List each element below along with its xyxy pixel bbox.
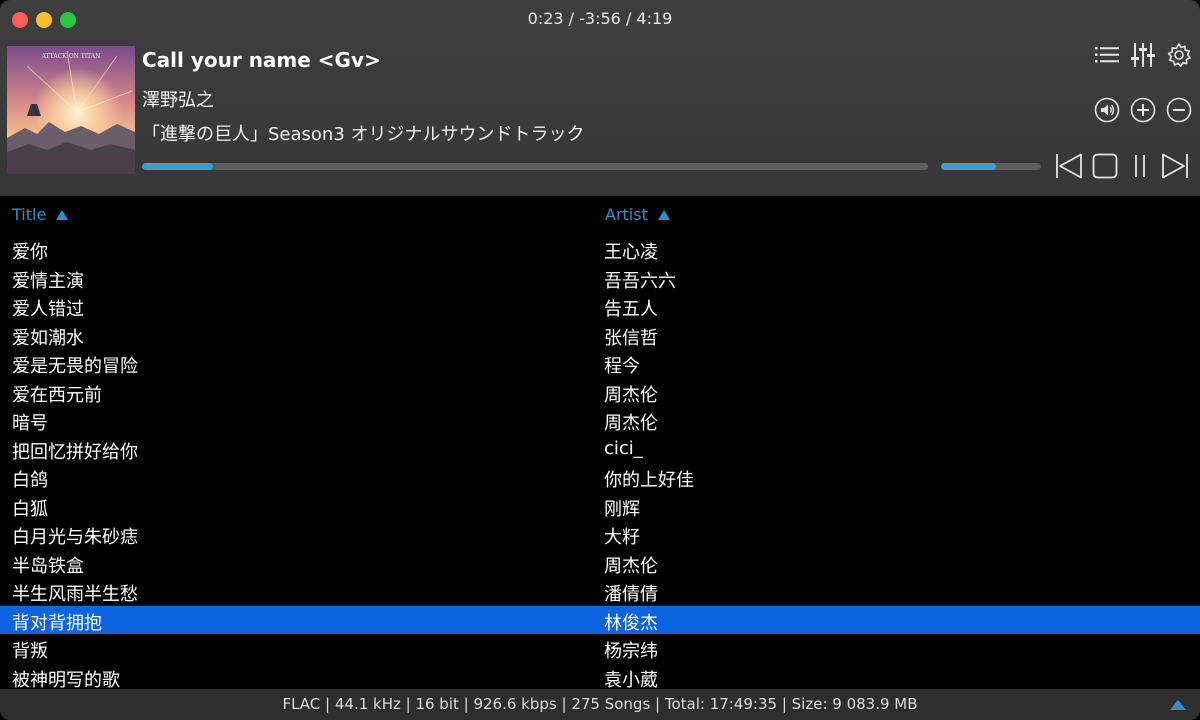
seek-bar-fill bbox=[142, 163, 213, 170]
volume-up-button[interactable] bbox=[1130, 97, 1156, 123]
row-artist: 王心凌 bbox=[604, 242, 658, 263]
row-artist: 大籽 bbox=[604, 527, 640, 548]
playlist-row[interactable]: 背叛 杨宗纬 bbox=[0, 634, 1200, 663]
player-window: 0:23 / -3:56 / 4:19 ATTACK ON TITAN Call… bbox=[0, 0, 1200, 720]
plus-icon bbox=[1130, 97, 1156, 123]
row-title: 暗号 bbox=[12, 413, 48, 434]
album-art: ATTACK ON TITAN bbox=[7, 46, 135, 174]
sort-ascending-icon bbox=[657, 209, 670, 220]
track-album: 「進撃の巨人」Season3 オリジナルサウンドトラック bbox=[142, 124, 585, 145]
row-artist: 周杰伦 bbox=[604, 413, 658, 434]
row-title: 背叛 bbox=[12, 641, 48, 662]
row-title: 把回忆拼好给你 bbox=[12, 441, 138, 463]
seek-bar[interactable] bbox=[142, 163, 928, 170]
minus-icon bbox=[1166, 97, 1192, 123]
volume-slider-fill bbox=[941, 163, 996, 170]
volume-slider[interactable] bbox=[941, 163, 1041, 170]
previous-button[interactable] bbox=[1054, 152, 1084, 180]
row-artist: cici_ bbox=[604, 437, 643, 459]
row-artist: 刚辉 bbox=[604, 498, 640, 520]
column-title-label: Title bbox=[12, 205, 47, 224]
row-artist: 周杰伦 bbox=[604, 384, 658, 406]
playlist-row[interactable]: 半生风雨半生愁 潘倩倩 bbox=[0, 577, 1200, 606]
playlist-row[interactable]: 白月光与朱砂痣 大籽 bbox=[0, 520, 1200, 549]
equalizer-button[interactable] bbox=[1130, 41, 1156, 69]
pause-button[interactable] bbox=[1128, 152, 1152, 180]
now-playing-header: 0:23 / -3:56 / 4:19 ATTACK ON TITAN Call… bbox=[0, 0, 1200, 196]
status-bar: FLAC | 44.1 kHz | 16 bit | 926.6 kbps | … bbox=[0, 689, 1200, 720]
row-title: 爱你 bbox=[12, 242, 48, 263]
playlist-row-selected[interactable]: 背对背拥抱 林俊杰 bbox=[0, 605, 1200, 634]
gear-icon bbox=[1167, 43, 1191, 67]
track-artist: 澤野弘之 bbox=[142, 90, 214, 111]
row-title: 爱情主演 bbox=[12, 270, 84, 292]
stop-icon bbox=[1092, 153, 1118, 179]
playlist-row[interactable]: 爱如潮水 张信哲 bbox=[0, 321, 1200, 350]
row-artist: 潘倩倩 bbox=[604, 584, 658, 605]
row-title: 爱是无畏的冒险 bbox=[12, 356, 138, 377]
playlist-row[interactable]: 白鸽 你的上好佳 bbox=[0, 463, 1200, 492]
row-title: 爱人错过 bbox=[12, 299, 84, 320]
track-title: Call your name <Gv> bbox=[142, 48, 381, 72]
column-artist-label: Artist bbox=[605, 205, 648, 224]
playlist-row[interactable]: 爱人错过 告五人 bbox=[0, 292, 1200, 321]
playlist-row[interactable]: 爱情主演 吾吾六六 bbox=[0, 264, 1200, 293]
row-title: 白鸽 bbox=[12, 470, 48, 491]
volume-down-button[interactable] bbox=[1166, 97, 1192, 123]
speaker-icon bbox=[1094, 97, 1120, 123]
previous-icon bbox=[1056, 153, 1082, 179]
playlist-row[interactable]: 爱是无畏的冒险 程今 bbox=[0, 349, 1200, 378]
playlist-row[interactable]: 被神明写的歌 袁小葳 bbox=[0, 663, 1200, 690]
sort-ascending-icon bbox=[56, 209, 69, 220]
pause-icon bbox=[1135, 155, 1145, 177]
row-title: 半生风雨半生愁 bbox=[12, 584, 138, 605]
row-title: 爱如潮水 bbox=[12, 327, 84, 349]
row-title: 半岛铁盒 bbox=[12, 555, 84, 577]
playlist-row[interactable]: 白狐 刚辉 bbox=[0, 492, 1200, 521]
row-artist: 告五人 bbox=[604, 299, 658, 320]
settings-button[interactable] bbox=[1165, 41, 1193, 69]
row-title: 爱在西元前 bbox=[12, 384, 102, 406]
playlist-column-header: Title Artist bbox=[0, 196, 1200, 232]
row-artist: 你的上好佳 bbox=[604, 470, 694, 491]
playlist-row[interactable]: 爱在西元前 周杰伦 bbox=[0, 378, 1200, 407]
album-art-image: ATTACK ON TITAN bbox=[7, 46, 135, 174]
stop-button[interactable] bbox=[1091, 152, 1119, 180]
playlist-row[interactable]: 半岛铁盒 周杰伦 bbox=[0, 549, 1200, 578]
next-icon bbox=[1162, 153, 1188, 179]
mute-button[interactable] bbox=[1094, 97, 1120, 123]
playlist-button[interactable] bbox=[1094, 42, 1120, 68]
row-artist: 吾吾六六 bbox=[604, 270, 676, 292]
row-artist: 张信哲 bbox=[604, 327, 658, 349]
time-display[interactable]: 0:23 / -3:56 / 4:19 bbox=[0, 9, 1200, 28]
playlist-row[interactable]: 爱你 王心凌 bbox=[0, 235, 1200, 264]
next-button[interactable] bbox=[1160, 152, 1190, 180]
row-title: 被神明写的歌 bbox=[12, 669, 120, 690]
row-artist: 周杰伦 bbox=[604, 555, 658, 577]
list-icon bbox=[1095, 47, 1119, 63]
column-header-title[interactable]: Title bbox=[12, 205, 69, 224]
status-text: FLAC | 44.1 kHz | 16 bit | 926.6 kbps | … bbox=[282, 695, 918, 713]
equalizer-icon bbox=[1131, 43, 1155, 67]
row-artist: 杨宗纬 bbox=[604, 641, 658, 662]
row-artist: 程今 bbox=[604, 356, 640, 377]
svg-text:ATTACK ON TITAN: ATTACK ON TITAN bbox=[41, 53, 101, 60]
playlist-row[interactable]: 把回忆拼好给你 cici_ bbox=[0, 435, 1200, 464]
row-artist: 林俊杰 bbox=[604, 612, 658, 634]
playlist[interactable]: 爱你 王心凌 爱情主演 吾吾六六 爱人错过 告五人 爱如潮水 张信哲 爱是无畏的冒险 程今 爱在西元… bbox=[0, 235, 1200, 689]
column-header-artist[interactable]: Artist bbox=[605, 205, 670, 224]
row-title: 白月光与朱砂痣 bbox=[12, 527, 138, 548]
row-artist: 袁小葳 bbox=[604, 669, 658, 690]
row-title: 背对背拥抱 bbox=[12, 612, 102, 634]
collapse-toggle-icon[interactable] bbox=[1170, 700, 1186, 710]
playlist-row[interactable]: 暗号 周杰伦 bbox=[0, 406, 1200, 435]
row-title: 白狐 bbox=[12, 498, 48, 520]
